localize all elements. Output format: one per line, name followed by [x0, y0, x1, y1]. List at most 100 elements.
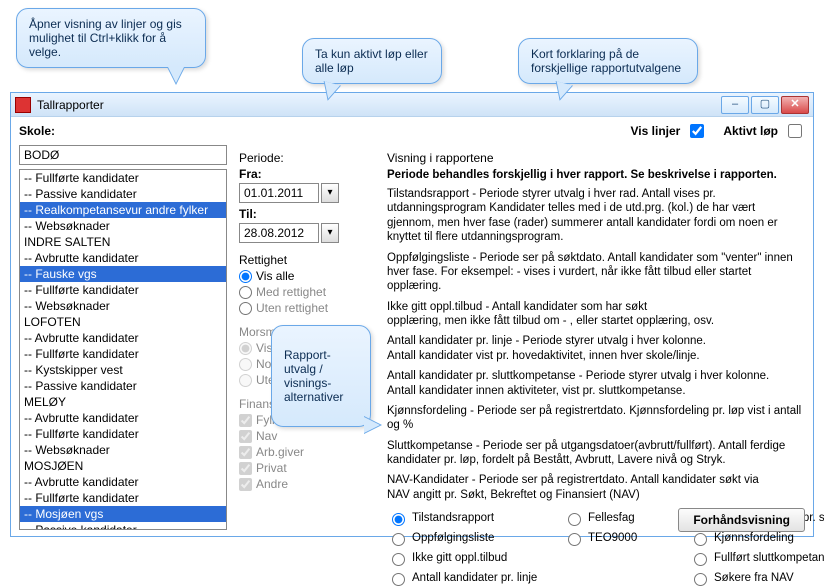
rettighet-heading: Rettighet — [239, 253, 377, 267]
preview-button[interactable]: Forhåndsvisning — [678, 508, 805, 532]
finans-opt-label: Nav — [256, 429, 277, 443]
tree-item[interactable]: MELØY — [20, 394, 226, 410]
report-choice-radio[interactable] — [694, 553, 707, 566]
tree-item[interactable]: -- Fullførte kandidater — [20, 346, 226, 362]
report-lead: Periode behandles forskjellig i hver rap… — [387, 169, 803, 181]
rettighet-radio[interactable] — [239, 286, 252, 299]
rettighet-radio[interactable] — [239, 302, 252, 315]
til-date-input[interactable] — [239, 223, 319, 243]
callout-text: Åpner visning av linjer og gis mulighet … — [29, 17, 182, 59]
rettighet-group: Rettighet Vis alle Med rettighet Uten rett… — [239, 253, 377, 315]
morsmal-radio — [239, 358, 252, 371]
report-choice-label: TEO9000 — [588, 532, 637, 544]
finans-opt-label: Privat — [256, 461, 287, 475]
minimize-button[interactable]: – — [721, 96, 749, 114]
report-choice-label: Kjønnsfordeling — [714, 532, 794, 544]
rettighet-opt-label: Med rettighet — [256, 285, 326, 299]
report-choice-radio[interactable] — [392, 553, 405, 566]
report-choice-label: Fullført sluttkompetanse — [714, 552, 824, 564]
callout-text: Kort forklaring på de forskjellige rappo… — [531, 47, 681, 75]
finans-checkbox — [239, 430, 252, 443]
til-date-dropdown[interactable]: ▾ — [321, 223, 339, 243]
report-choice-radio[interactable] — [568, 513, 581, 526]
aktivt-lop-checkbox[interactable] — [788, 124, 802, 138]
aktivt-lop-label: Aktivt løp — [723, 124, 778, 138]
morsmal-radio — [239, 342, 252, 355]
tree-item[interactable]: LOFOTEN — [20, 314, 226, 330]
report-choice-label: Antall kandidater pr. linje — [412, 572, 537, 584]
callout-active-run: Ta kun aktivt løp eller alle løp — [302, 38, 442, 84]
rettighet-opt-label: Vis alle — [256, 269, 294, 283]
vis-linjer-checkbox[interactable] — [690, 124, 704, 138]
tree-item[interactable]: -- Kystskipper vest — [20, 362, 226, 378]
til-label: Til: — [239, 207, 377, 221]
left-column: -- Fullførte kandidater-- Passive kandid… — [11, 145, 231, 536]
report-choice-radio[interactable] — [392, 573, 405, 586]
report-choice-radio[interactable] — [694, 573, 707, 586]
finans-checkbox — [239, 462, 252, 475]
report-paragraph: Oppfølgingsliste - Periode ser på søktda… — [387, 251, 803, 294]
report-paragraph: Sluttkompetanse - Periode ser på utgangs… — [387, 439, 803, 468]
report-choice-label: Søkere fra NAV — [714, 572, 794, 584]
tree-item[interactable]: -- Websøknader — [20, 442, 226, 458]
tree-item[interactable]: -- Fullførte kandidater — [20, 170, 226, 186]
report-choice-label: Ikke gitt oppl.tilbud — [412, 552, 507, 564]
morsmal-radio — [239, 374, 252, 387]
periode-heading: Periode: — [239, 151, 377, 165]
periode-group: Periode: Fra: ▾ Til: ▾ — [239, 151, 377, 243]
tree-item[interactable]: -- Passive kandidater — [20, 378, 226, 394]
middle-column: Periode: Fra: ▾ Til: ▾ Rettighet Vis all… — [231, 145, 381, 536]
report-choice-label: Fellesfag — [588, 512, 635, 524]
tree-item[interactable]: -- Fullførte kandidater — [20, 426, 226, 442]
top-row: Skole: Vis linjer Aktivt løp — [11, 117, 813, 145]
titlebar[interactable]: Tallrapporter – ▢ ✕ — [11, 93, 813, 117]
tree-list[interactable]: -- Fullførte kandidater-- Passive kandid… — [19, 169, 227, 530]
finans-checkbox — [239, 414, 252, 427]
fra-label: Fra: — [239, 167, 377, 181]
report-choice-radio[interactable] — [392, 513, 405, 526]
tree-item[interactable]: -- Realkompetansevur andre fylker — [20, 202, 226, 218]
tree-item[interactable]: -- Mosjøen vgs — [20, 506, 226, 522]
tree-item[interactable]: -- Passive kandidater — [20, 186, 226, 202]
callout-open-lines: Åpner visning av linjer og gis mulighet … — [16, 8, 206, 68]
report-paragraph: Antall kandidater pr. linje - Periode st… — [387, 334, 803, 363]
tree-item[interactable]: -- Websøknader — [20, 218, 226, 234]
report-heading: Visning i rapportene — [387, 151, 803, 165]
report-paragraph: NAV-Kandidater - Periode ser på registre… — [387, 473, 803, 502]
rettighet-opt-label: Uten rettighet — [256, 301, 328, 315]
tree-item[interactable]: -- Avbrutte kandidater — [20, 474, 226, 490]
window-title: Tallrapporter — [37, 98, 104, 112]
tree-item[interactable]: MOSJØEN — [20, 458, 226, 474]
window: Tallrapporter – ▢ ✕ Skole: Vis linjer Ak… — [10, 92, 814, 537]
tree-item[interactable]: -- Passive kandidater — [20, 522, 226, 530]
report-description: Tilstandsrapport - Periode styrer utvalg… — [387, 187, 803, 502]
skole-label: Skole: — [19, 124, 55, 138]
right-column: Visning i rapportene Periode behandles f… — [381, 145, 813, 536]
tree-item[interactable]: -- Websøknader — [20, 298, 226, 314]
finans-opt-label: Andre — [256, 477, 288, 491]
skole-input[interactable] — [19, 145, 227, 165]
report-choice-label: Oppfølgingsliste — [412, 532, 494, 544]
rettighet-radio[interactable] — [239, 270, 252, 283]
tree-item[interactable]: -- Fullførte kandidater — [20, 490, 226, 506]
report-choice-radio[interactable] — [392, 533, 405, 546]
tree-item[interactable]: -- Avbrutte kandidater — [20, 250, 226, 266]
close-button[interactable]: ✕ — [781, 96, 809, 114]
fra-date-dropdown[interactable]: ▾ — [321, 183, 339, 203]
report-choice-label: Tilstandsrapport — [412, 512, 494, 524]
tree-item[interactable]: -- Fullførte kandidater — [20, 282, 226, 298]
report-paragraph: Kjønnsfordeling - Periode ser på registr… — [387, 404, 803, 433]
report-choice-radio[interactable] — [694, 533, 707, 546]
fra-date-input[interactable] — [239, 183, 319, 203]
tree-item[interactable]: -- Fauske vgs — [20, 266, 226, 282]
tree-item[interactable]: -- Avbrutte kandidater — [20, 410, 226, 426]
report-paragraph: Ikke gitt oppl.tilbud - Antall kandidate… — [387, 300, 803, 329]
report-choice-radio[interactable] — [568, 533, 581, 546]
callout-report-explain: Kort forklaring på de forskjellige rappo… — [518, 38, 698, 84]
maximize-button[interactable]: ▢ — [751, 96, 779, 114]
vis-linjer-label: Vis linjer — [631, 124, 681, 138]
finans-checkbox — [239, 478, 252, 491]
tree-item[interactable]: INDRE SALTEN — [20, 234, 226, 250]
tree-item[interactable]: -- Avbrutte kandidater — [20, 330, 226, 346]
finans-opt-label: Arb.giver — [256, 445, 304, 459]
